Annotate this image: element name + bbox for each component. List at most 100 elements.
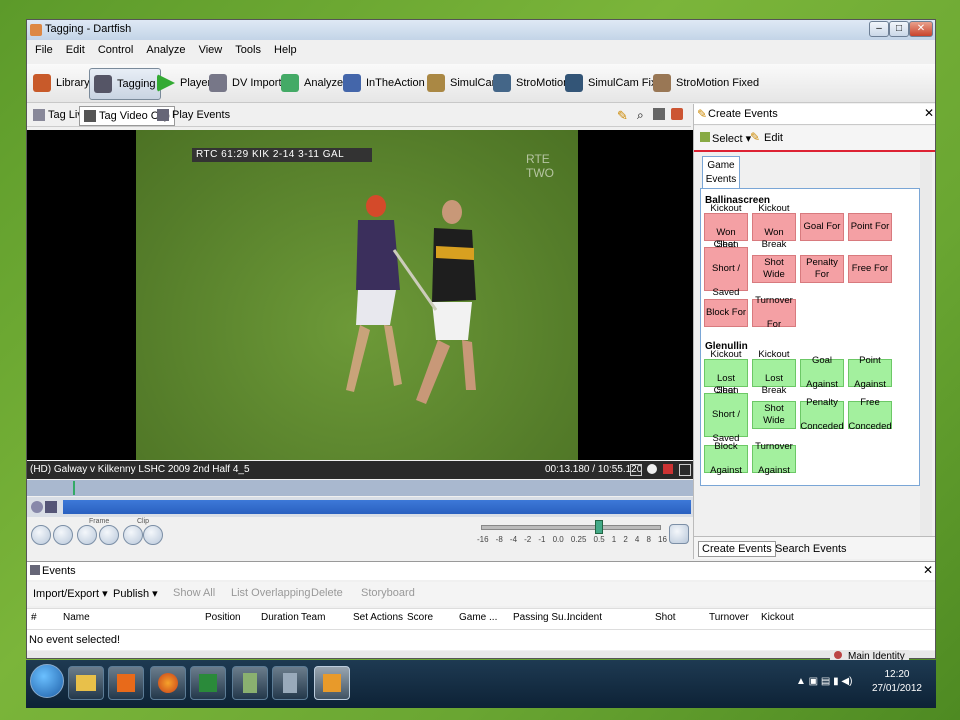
menu-control[interactable]: Control [96, 42, 135, 58]
event-button[interactable]: Point For [848, 213, 892, 241]
event-button[interactable]: Free Conceded [848, 397, 892, 432]
excel-taskbar-icon[interactable] [190, 666, 226, 700]
column-header[interactable]: Turnover [709, 612, 749, 623]
event-button[interactable]: Shot Short / Saved [704, 385, 748, 444]
tab-game-events[interactable]: Game Events [702, 156, 740, 191]
column-header[interactable]: Incident [567, 612, 602, 623]
close-panel-icon[interactable]: ✕ [924, 106, 934, 120]
stop-button[interactable] [53, 525, 73, 545]
tool-tagging[interactable]: Tagging [89, 68, 161, 100]
device-taskbar-icon[interactable] [232, 666, 268, 700]
menu-edit[interactable]: Edit [64, 42, 87, 58]
timeline-clip-range[interactable] [63, 500, 691, 514]
zoom-icon[interactable]: ⌕ [637, 108, 644, 123]
tab-play-events[interactable]: Play Events [153, 106, 234, 124]
tool-player[interactable]: Player [157, 68, 211, 98]
tab-search-events[interactable]: Search Events [772, 542, 850, 556]
fit-timeline-icon[interactable] [45, 501, 57, 513]
publish-button[interactable]: Publish ▾ [113, 587, 158, 600]
previous-frame-button[interactable] [77, 525, 97, 545]
event-button[interactable]: Penalty For [800, 255, 844, 283]
column-header[interactable]: Game ... [459, 612, 497, 623]
fullscreen-icon[interactable] [679, 464, 691, 476]
event-button[interactable]: Kickout Won Clean [704, 203, 748, 250]
menu-analyze[interactable]: Analyze [144, 42, 187, 58]
next-clip-button[interactable] [143, 525, 163, 545]
tool-simulcam[interactable]: SimulCam [427, 68, 501, 98]
column-header[interactable]: Set Actions [353, 612, 403, 623]
tool-stromotion[interactable]: StroMotion [493, 68, 569, 98]
column-header[interactable]: # [31, 612, 37, 623]
previous-clip-button[interactable] [123, 525, 143, 545]
menu-tools[interactable]: Tools [233, 42, 263, 58]
tray-icons[interactable]: ▲ ▣ ▤ ▮ ◀) [796, 676, 852, 687]
event-button[interactable]: Turnover For [752, 295, 796, 330]
playhead-marker[interactable] [73, 481, 75, 495]
menu-help[interactable]: Help [272, 42, 299, 58]
event-button[interactable]: Goal For [800, 213, 844, 241]
tool-analyzer[interactable]: Analyzer [281, 68, 347, 98]
speed-slider-thumb[interactable] [595, 520, 603, 534]
column-header[interactable]: Name [63, 612, 90, 623]
list-icon[interactable] [653, 108, 665, 120]
column-header[interactable]: Duration [261, 612, 299, 623]
delete-button[interactable]: Delete [311, 587, 343, 599]
event-button[interactable]: Turnover Against [752, 441, 796, 476]
event-button[interactable]: Shot Short / Saved [704, 239, 748, 298]
event-button[interactable]: Shot Wide [752, 255, 796, 283]
play-button[interactable] [31, 525, 51, 545]
tool-stromotion-fixed[interactable]: StroMotion Fixed [653, 68, 759, 98]
dartfish-taskbar-icon[interactable] [314, 666, 350, 700]
event-button[interactable]: Block For [704, 299, 748, 327]
show-all-button[interactable]: Show All [173, 587, 215, 599]
panel-scrollbar[interactable] [920, 152, 932, 542]
event-button[interactable]: Goal Against [800, 355, 844, 390]
explorer-taskbar-icon[interactable] [68, 666, 104, 700]
firefox-taskbar-icon[interactable] [150, 666, 186, 700]
edit-button[interactable]: Edit [764, 132, 783, 144]
speed-slider[interactable] [481, 525, 661, 530]
snapshot-icon[interactable] [630, 464, 642, 476]
next-frame-button[interactable] [99, 525, 119, 545]
calculator-taskbar-icon[interactable] [272, 666, 308, 700]
tool-dv-import[interactable]: DV Import [209, 68, 282, 98]
tool-intheaction[interactable]: InTheAction [343, 68, 425, 98]
select-dropdown[interactable]: Select ▾ [712, 132, 751, 145]
list-overlapping-button[interactable]: List Overlapping [231, 587, 311, 599]
event-button[interactable]: Block Against [704, 441, 748, 476]
close-events-icon[interactable]: ✕ [923, 563, 933, 577]
bag-icon[interactable] [671, 108, 683, 120]
event-button[interactable]: Penalty Conceded [800, 397, 844, 432]
tab-create-events[interactable]: Create Events [698, 541, 776, 557]
start-button[interactable] [30, 664, 64, 698]
record-icon[interactable] [663, 464, 673, 474]
media-taskbar-icon[interactable] [108, 666, 144, 700]
event-button[interactable]: Kickout Lost Clean [704, 349, 748, 396]
event-button[interactable]: Shot Wide [752, 401, 796, 429]
column-header[interactable]: Position [205, 612, 241, 623]
column-header[interactable]: Shot [655, 612, 676, 623]
clock[interactable]: 12:20 27/01/2012 [872, 668, 922, 696]
circle-icon[interactable] [647, 464, 657, 474]
maximize-button[interactable]: □ [889, 21, 909, 37]
timeline-top[interactable] [27, 480, 693, 496]
column-header[interactable]: Score [407, 612, 433, 623]
event-button[interactable]: Kickout Won Break [752, 203, 796, 250]
storyboard-button[interactable]: Storyboard [361, 587, 415, 599]
tool-library[interactable]: Library [33, 68, 90, 98]
video-viewer[interactable]: RTC 61:29 KIK 2-14 3-11 GAL RTE TWO [27, 130, 693, 460]
column-header[interactable]: Passing Su... [513, 612, 572, 623]
menu-file[interactable]: File [33, 42, 55, 58]
close-button[interactable]: ✕ [909, 21, 933, 37]
zoom-timeline-icon[interactable] [31, 501, 43, 513]
event-button[interactable]: Free For [848, 255, 892, 283]
loop-button[interactable] [669, 524, 689, 544]
event-button[interactable]: Kickout Lost Break [752, 349, 796, 396]
column-header[interactable]: Kickout [761, 612, 794, 623]
event-button[interactable]: Point Against [848, 355, 892, 390]
pencil-icon[interactable]: ✎ [617, 108, 628, 124]
minimize-button[interactable]: – [869, 21, 889, 37]
menu-view[interactable]: View [197, 42, 225, 58]
column-header[interactable]: Team [301, 612, 325, 623]
import-export-button[interactable]: Import/Export ▾ [33, 587, 108, 600]
